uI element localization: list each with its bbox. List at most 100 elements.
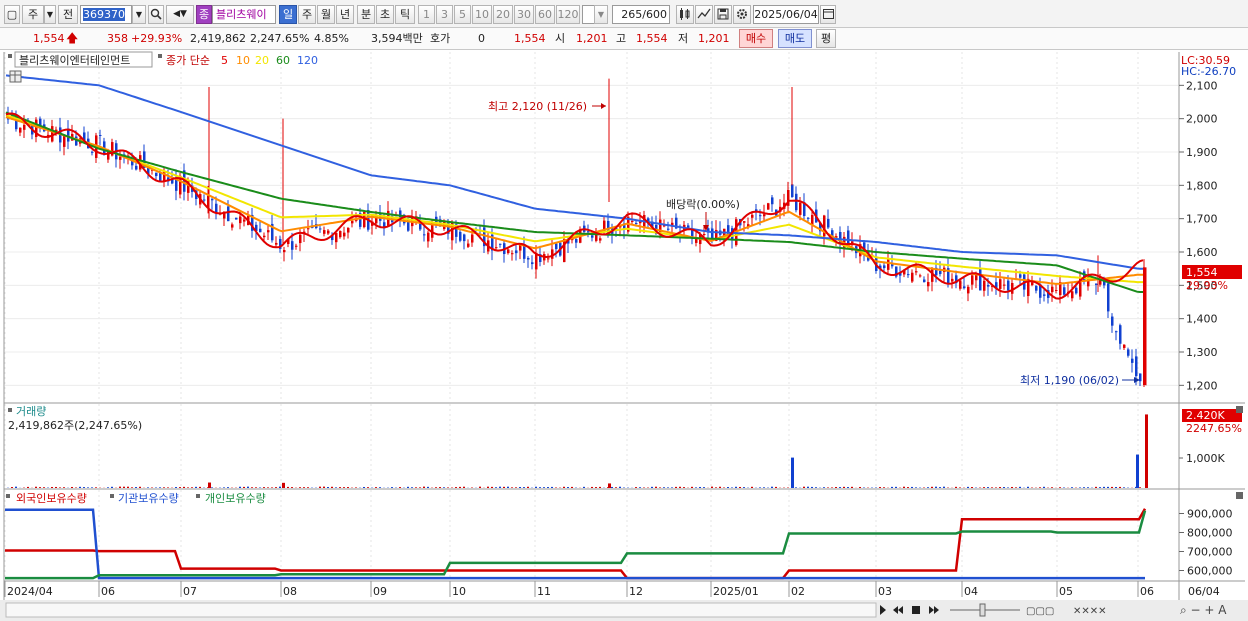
x-tick-label: 06 bbox=[1140, 585, 1154, 598]
volume-bar bbox=[291, 487, 293, 488]
tab-tick[interactable]: 틱 bbox=[395, 5, 415, 24]
tab-month[interactable]: 월 bbox=[317, 5, 335, 24]
candle-body bbox=[751, 214, 754, 218]
volume-spike-bar bbox=[608, 483, 611, 488]
volume-bar bbox=[303, 487, 305, 488]
speaker-icon[interactable]: ◀▼ bbox=[166, 5, 194, 24]
tab-year[interactable]: 년 bbox=[336, 5, 354, 24]
candle-body bbox=[327, 230, 330, 234]
candle-type-icon[interactable] bbox=[676, 5, 694, 24]
stock-chart[interactable]: 2,1002,0001,9001,8001,7001,6001,5001,400… bbox=[0, 50, 1248, 621]
volume-bar bbox=[1039, 487, 1041, 488]
volume-bar bbox=[879, 487, 881, 488]
turnover-pct: 4.85% bbox=[314, 32, 349, 45]
volume-bar bbox=[891, 486, 893, 488]
search-icon[interactable] bbox=[148, 5, 164, 24]
hoga-value: 0 bbox=[478, 32, 485, 45]
interval-dropdown-icon[interactable]: ▼ bbox=[594, 5, 608, 24]
draw-tool-icons[interactable]: ✕✕✕✕ bbox=[1073, 606, 1107, 617]
volume-bar bbox=[87, 487, 89, 488]
candle-body bbox=[119, 156, 122, 160]
hold-marker bbox=[6, 494, 10, 498]
date-input[interactable]: 2025/06/04 bbox=[753, 5, 819, 24]
interval-60[interactable]: 60 bbox=[535, 5, 555, 24]
tool-icons[interactable]: ▢▢▢ bbox=[1026, 606, 1054, 617]
period-button[interactable]: 주 bbox=[22, 5, 44, 24]
volume-bar bbox=[199, 486, 201, 488]
volume-bar bbox=[543, 487, 545, 488]
volume-bar bbox=[1087, 487, 1089, 488]
tab-day[interactable]: 일 bbox=[279, 5, 297, 24]
volume-bar bbox=[119, 486, 121, 488]
gear-icon[interactable] bbox=[733, 5, 751, 24]
candle-body bbox=[227, 206, 230, 222]
line-chart-icon[interactable] bbox=[695, 5, 713, 24]
candle-body bbox=[463, 234, 466, 242]
prev-button[interactable]: 전 bbox=[58, 5, 78, 24]
candle-body bbox=[963, 286, 966, 289]
volume-bar bbox=[635, 487, 637, 488]
price-tick-label: 1,700 bbox=[1186, 213, 1218, 226]
interval-10[interactable]: 10 bbox=[472, 5, 492, 24]
interval-1[interactable]: 1 bbox=[418, 5, 435, 24]
volume-bar bbox=[679, 486, 681, 488]
candle-body bbox=[939, 270, 942, 275]
trade-amount: 3,594백만 bbox=[371, 32, 423, 45]
tab-minute[interactable]: 분 bbox=[357, 5, 375, 24]
volume-bar bbox=[611, 486, 613, 488]
chevron-down-icon[interactable]: ▼ bbox=[44, 5, 56, 24]
volume-bar bbox=[135, 487, 137, 488]
volume-bar bbox=[651, 486, 653, 488]
volume-bar bbox=[1007, 487, 1009, 488]
tab-week[interactable]: 주 bbox=[298, 5, 316, 24]
volume-bar bbox=[1019, 486, 1021, 488]
save-icon[interactable] bbox=[714, 5, 732, 24]
zoom-tools-icon[interactable]: ⌕ − + A bbox=[1180, 603, 1227, 617]
sell-button[interactable]: 매도 bbox=[778, 29, 812, 48]
hold-close-icon[interactable] bbox=[1236, 492, 1243, 499]
interval-3[interactable]: 3 bbox=[436, 5, 453, 24]
volume-bar bbox=[1139, 487, 1141, 488]
volume-bar bbox=[1083, 487, 1085, 488]
tab-second[interactable]: 초 bbox=[376, 5, 394, 24]
volume-bar bbox=[335, 487, 337, 488]
interval-120[interactable]: 120 bbox=[556, 5, 580, 24]
hold-tick-label: 900,000 bbox=[1187, 508, 1233, 521]
volume-bar bbox=[1003, 487, 1005, 488]
candle-body bbox=[495, 247, 498, 249]
interval-5[interactable]: 5 bbox=[454, 5, 471, 24]
stock-name-field[interactable]: 블리츠웨이 bbox=[212, 5, 276, 24]
volume-title: 거래량 bbox=[16, 405, 46, 418]
interval-30[interactable]: 30 bbox=[514, 5, 534, 24]
stock-code-input[interactable]: 369370 bbox=[80, 5, 132, 24]
volume-bar bbox=[847, 487, 849, 488]
volume-bar bbox=[843, 486, 845, 488]
candle-body bbox=[339, 230, 342, 238]
candle-body bbox=[1003, 284, 1006, 286]
zoom-slider-handle[interactable] bbox=[979, 603, 986, 617]
stop-icon[interactable] bbox=[912, 606, 920, 614]
volume-bar bbox=[735, 486, 737, 488]
eval-button[interactable]: 평 bbox=[816, 29, 836, 48]
volume-bar bbox=[663, 487, 665, 488]
dividend-annotation: 배당락(0.00%) bbox=[666, 198, 740, 211]
candle-body bbox=[907, 274, 910, 276]
volume-bar bbox=[971, 487, 973, 488]
volume-bar bbox=[515, 487, 517, 488]
interval-20[interactable]: 20 bbox=[493, 5, 513, 24]
volume-value: 2,419,862 bbox=[190, 32, 246, 45]
code-dropdown-icon[interactable]: ▼ bbox=[132, 5, 146, 24]
volume-close-icon[interactable] bbox=[1236, 406, 1243, 413]
volume-bar bbox=[195, 486, 197, 488]
layout-icon[interactable]: ▢ bbox=[4, 5, 20, 24]
count-field[interactable]: 265/600 bbox=[612, 5, 670, 24]
candle-body bbox=[1019, 274, 1022, 278]
scrollbar-track[interactable] bbox=[5, 602, 877, 618]
volume-bar bbox=[1119, 486, 1121, 488]
candle-body bbox=[471, 234, 474, 243]
calendar-icon[interactable] bbox=[820, 5, 836, 24]
buy-button[interactable]: 매수 bbox=[739, 29, 773, 48]
volume-bar bbox=[39, 487, 41, 488]
volume-bar bbox=[511, 487, 513, 488]
candle-body bbox=[667, 228, 670, 230]
